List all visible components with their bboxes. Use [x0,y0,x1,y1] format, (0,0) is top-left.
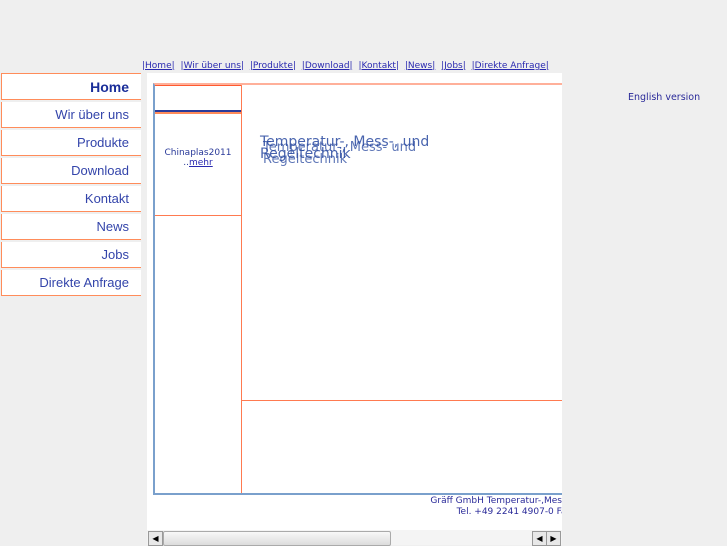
left-column-header [155,85,241,112]
sidebar-item-kontakt[interactable]: Kontakt [1,186,141,212]
left-column: Chinaplas2011 ..mehr [155,85,242,493]
topnav-wir-ueber-uns[interactable]: |Wir über uns| [181,61,244,71]
page-heading: Temperatur-, Mess- und Regeltechnik [263,140,417,167]
sidebar-item-download[interactable]: Download [1,158,141,184]
divider [242,400,562,401]
topnav-download[interactable]: |Download| [302,61,353,71]
english-version-link[interactable]: English version [628,92,700,103]
sidebar: Home Wir über uns Produkte Download Kont… [1,73,141,298]
topnav-news[interactable]: |News| [405,61,435,71]
topnav-home[interactable]: |Home| [142,61,175,71]
topnav-kontakt[interactable]: |Kontakt| [358,61,399,71]
topnav-produkte[interactable]: |Produkte| [250,61,296,71]
news-title: Chinaplas2011 [164,148,232,158]
footer-line1: Gräff GmbH Temperatur-,Mess- und Regelte… [430,496,562,506]
news-more-link[interactable]: mehr [189,158,213,168]
sidebar-item-jobs[interactable]: Jobs [1,242,141,268]
sidebar-item-produkte[interactable]: Produkte [1,130,141,156]
news-box: Chinaplas2011 ..mehr [155,112,241,216]
footer-line2: Tel. +49 2241 4907-0 Fax +49 2241 4907-6… [456,507,562,517]
top-nav: |Home| |Wir über uns| |Produkte| |Downlo… [142,61,552,71]
sidebar-item-news[interactable]: News [1,214,141,240]
topnav-jobs[interactable]: |Jobs| [441,61,466,71]
content-frame: Chinaplas2011 ..mehr Temperatur-, Mess-,… [153,83,562,495]
topnav-direkte-anfrage[interactable]: |Direkte Anfrage| [472,61,549,71]
scroll-right-icon[interactable]: ▶ [546,531,561,546]
sidebar-item-wir-ueber-uns[interactable]: Wir über uns [1,102,141,128]
footer: Gräff GmbH Temperatur-,Mess- und Regelte… [150,496,562,518]
sidebar-item-home[interactable]: Home [1,73,141,100]
sidebar-item-direkte-anfrage[interactable]: Direkte Anfrage [1,270,141,296]
scroll-left-icon-2[interactable]: ◀ [532,531,547,546]
horizontal-scrollbar[interactable]: ◀ ◀ ▶ [147,530,562,546]
scrollbar-thumb[interactable] [163,531,391,546]
scroll-left-icon[interactable]: ◀ [148,531,163,546]
